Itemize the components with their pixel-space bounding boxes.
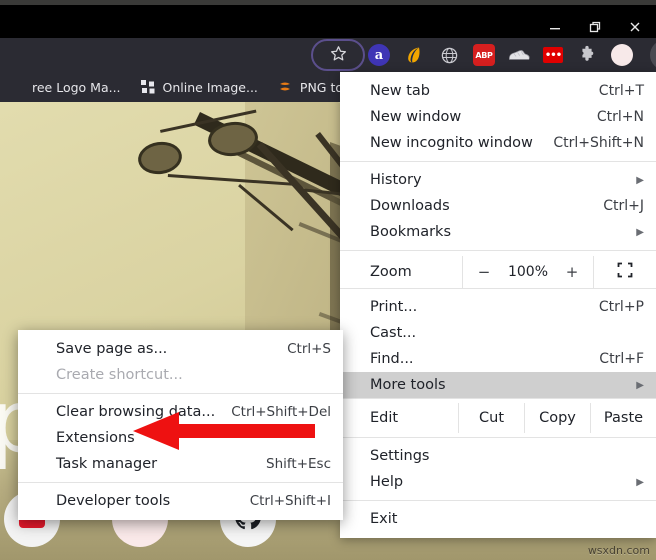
browser-window: a ABP ••• ree Logo Ma... Online Image...… [0, 0, 656, 560]
submenu-item-save-page-as[interactable]: Save page as... Ctrl+S [18, 336, 343, 362]
menu-item-downloads[interactable]: Downloads Ctrl+J [340, 193, 656, 219]
crescent-moon-icon[interactable] [403, 44, 425, 66]
zoom-in-button[interactable]: + [564, 263, 580, 281]
watermark: wsxdn.com [587, 544, 650, 557]
bookmark-star-icon [329, 44, 348, 67]
menu-item-new-window[interactable]: New window Ctrl+N [340, 104, 656, 130]
menu-item-label: History [370, 172, 422, 188]
fullscreen-icon [617, 262, 633, 282]
menu-item-label: Help [370, 474, 404, 490]
menu-item-label: New window [370, 109, 462, 125]
chevron-right-icon: ▶ [636, 379, 644, 391]
menu-item-bookmarks[interactable]: Bookmarks ▶ [340, 219, 656, 245]
menu-item-help[interactable]: Help ▶ [340, 469, 656, 495]
menu-item-shortcut: Ctrl+F [599, 351, 644, 367]
chevron-right-icon: ▶ [636, 226, 644, 238]
edit-cut-button[interactable]: Cut [458, 403, 524, 433]
menu-separator [340, 500, 656, 501]
zoom-value: 100% [507, 264, 549, 280]
menu-edit-row: Edit Cut Copy Paste [340, 403, 656, 433]
squares-favicon [141, 80, 156, 95]
menu-item-label: More tools [370, 377, 446, 393]
menu-separator [340, 161, 656, 162]
bookmark-favicon [10, 80, 25, 95]
menu-item-label: Downloads [370, 198, 450, 214]
menu-item-shortcut: Ctrl+P [598, 299, 644, 315]
menu-item-shortcut: Ctrl+T [598, 83, 644, 99]
bookmark-item-1[interactable]: Online Image... [131, 72, 268, 102]
menu-item-label: New tab [370, 83, 431, 99]
bookmark-star-button[interactable] [311, 39, 365, 71]
menu-item-label: Task manager [56, 456, 158, 472]
adblock-plus-icon[interactable]: ABP [473, 44, 495, 66]
titlebar [0, 5, 656, 38]
menu-item-label: Bookmarks [370, 224, 452, 240]
menu-item-shortcut: Shift+Esc [266, 456, 331, 472]
menu-zoom-row: Zoom − 100% + [340, 256, 656, 288]
maximize-button[interactable] [582, 14, 608, 40]
submenu-item-task-manager[interactable]: Task manager Shift+Esc [18, 451, 343, 477]
sneaker-icon[interactable] [508, 44, 530, 66]
bookmark-label: Online Image... [162, 79, 258, 95]
red-badge-icon[interactable]: ••• [543, 47, 563, 63]
menu-item-exit[interactable]: Exit [340, 506, 656, 532]
chevron-right-icon: ▶ [636, 174, 644, 186]
menu-item-shortcut: Ctrl+S [287, 341, 331, 357]
bookmark-label: ree Logo Ma... [32, 79, 121, 95]
menu-item-label: Clear browsing data... [56, 404, 216, 420]
profile-avatar[interactable] [611, 44, 633, 66]
menu-item-find[interactable]: Find... Ctrl+F [340, 346, 656, 372]
globe-icon[interactable] [438, 44, 460, 66]
fullscreen-button[interactable] [594, 256, 656, 288]
menu-item-shortcut: Ctrl+N [596, 109, 644, 125]
extension-icons: a ABP ••• [368, 40, 656, 70]
orange-favicon [278, 80, 293, 95]
zoom-out-button[interactable]: − [476, 263, 492, 281]
submenu-item-extensions[interactable]: Extensions [18, 425, 343, 451]
menu-separator [340, 250, 656, 251]
menu-item-label: Print... [370, 299, 418, 315]
submenu-separator [18, 393, 343, 394]
menu-item-more-tools[interactable]: More tools ▶ [340, 372, 656, 398]
submenu-item-create-shortcut: Create shortcut... [18, 362, 343, 388]
menu-item-new-tab[interactable]: New tab Ctrl+T [340, 78, 656, 104]
edit-label: Edit [370, 410, 399, 426]
menu-item-print[interactable]: Print... Ctrl+P [340, 294, 656, 320]
menu-item-new-incognito-window[interactable]: New incognito window Ctrl+Shift+N [340, 130, 656, 156]
edit-copy-button[interactable]: Copy [524, 403, 590, 433]
alexa-rank-icon[interactable]: a [368, 44, 390, 66]
three-dot-menu-icon[interactable] [650, 40, 656, 70]
submenu-separator [18, 482, 343, 483]
close-button[interactable] [622, 14, 648, 40]
menu-item-shortcut: Ctrl+J [603, 198, 644, 214]
menu-item-label: Save page as... [56, 341, 168, 357]
menu-item-label: Create shortcut... [56, 367, 183, 383]
menu-item-label: Developer tools [56, 493, 171, 509]
puzzle-piece-icon[interactable] [576, 44, 598, 66]
menu-item-label: Settings [370, 448, 430, 464]
chevron-right-icon: ▶ [636, 476, 644, 488]
menu-item-shortcut: Ctrl+Shift+Del [231, 404, 331, 420]
menu-item-label: Exit [370, 511, 398, 527]
submenu-item-clear-browsing-data[interactable]: Clear browsing data... Ctrl+Shift+Del [18, 399, 343, 425]
menu-item-label: Cast... [370, 325, 417, 341]
menu-item-settings[interactable]: Settings [340, 443, 656, 469]
edit-paste-button[interactable]: Paste [590, 403, 656, 433]
menu-item-label: Extensions [56, 430, 135, 446]
menu-item-history[interactable]: History ▶ [340, 167, 656, 193]
submenu-item-developer-tools[interactable]: Developer tools Ctrl+Shift+I [18, 488, 343, 514]
more-tools-submenu: Save page as... Ctrl+S Create shortcut..… [18, 330, 343, 520]
minimize-button[interactable] [542, 14, 568, 40]
menu-item-label: New incognito window [370, 135, 533, 151]
bookmark-label: PNG to [299, 79, 344, 95]
menu-item-shortcut: Ctrl+Shift+N [553, 135, 644, 151]
zoom-controls: − 100% + [462, 256, 594, 288]
bookmark-item-0[interactable]: ree Logo Ma... [0, 72, 131, 102]
zoom-label: Zoom [370, 264, 412, 280]
menu-item-shortcut: Ctrl+Shift+I [249, 493, 331, 509]
menu-item-label: Find... [370, 351, 414, 367]
menu-item-cast[interactable]: Cast... [340, 320, 656, 346]
chrome-main-menu: New tab Ctrl+T New window Ctrl+N New inc… [340, 72, 656, 538]
